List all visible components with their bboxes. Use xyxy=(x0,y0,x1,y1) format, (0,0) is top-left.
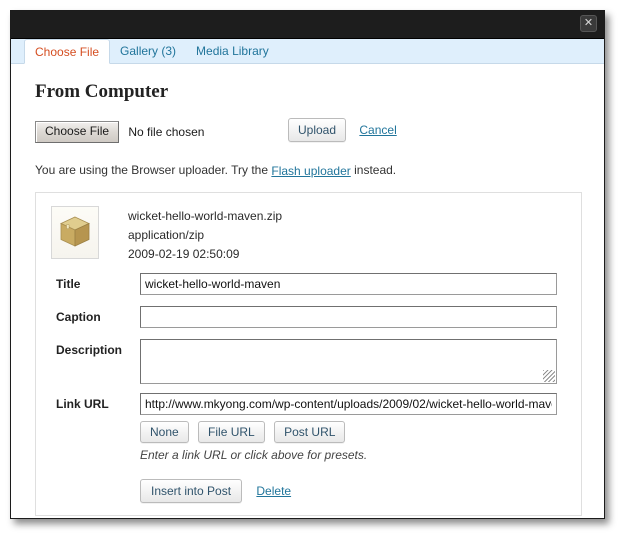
attachment-filename: wicket-hello-world-maven.zip xyxy=(128,208,283,223)
file-input[interactable]: Choose File xyxy=(35,121,120,143)
tab-choose-file-label: Choose File xyxy=(35,45,100,59)
attachment-mimetype: application/zip xyxy=(128,227,205,242)
description-label: Description xyxy=(56,342,123,357)
modal-content: From Computer Choose File No file chosen… xyxy=(11,81,604,518)
cancel-link[interactable]: Cancel xyxy=(359,123,396,137)
page-title: From Computer xyxy=(35,81,169,102)
uploader-note: You are using the Browser uploader. Try … xyxy=(35,163,580,178)
upload-button[interactable]: Upload xyxy=(288,118,347,142)
zip-archive-box-icon xyxy=(60,216,90,247)
title-input[interactable] xyxy=(140,272,557,295)
no-file-chosen-text: No file chosen xyxy=(128,125,205,139)
caption-label: Caption xyxy=(56,309,101,324)
choose-file-button[interactable]: Choose File xyxy=(35,121,120,143)
tab-gallery-label: Gallery (3) xyxy=(120,44,177,58)
uploader-note-prefix: You are using the Browser uploader. Try … xyxy=(35,163,272,177)
tab-media-library[interactable]: Media Library xyxy=(186,39,279,64)
attachment-thumbnail xyxy=(51,205,99,259)
uploader-note-suffix: instead. xyxy=(350,163,397,177)
title-label: Title xyxy=(56,276,81,291)
attachment-datetime: 2009-02-19 02:50:09 xyxy=(128,246,240,261)
upload-row: Choose File No file chosen Upload Cancel xyxy=(35,118,580,145)
attachment-panel: wicket-hello-world-maven.zip application… xyxy=(35,191,582,516)
attachment-meta: wicket-hello-world-maven.zip application… xyxy=(128,206,567,264)
tab-gallery[interactable]: Gallery (3) xyxy=(110,39,186,64)
caption-input[interactable] xyxy=(140,305,557,328)
link-url-input[interactable] xyxy=(140,392,557,415)
link-url-label: Link URL xyxy=(56,396,109,411)
attachment-header: wicket-hello-world-maven.zip application… xyxy=(50,205,567,264)
link-preset-buttons: None File URL Post URL xyxy=(140,420,567,443)
field-row-link-url: Link URL None File URL Post URL Enter a … xyxy=(50,392,567,462)
link-url-hint: Enter a link URL or click above for pres… xyxy=(140,447,368,462)
flash-uploader-link[interactable]: Flash uploader xyxy=(271,164,350,178)
preset-post-url-button[interactable]: Post URL xyxy=(274,420,346,443)
upload-actions: Upload Cancel xyxy=(288,118,397,142)
preset-none-button[interactable]: None xyxy=(140,420,189,443)
field-row-description: Description xyxy=(50,338,567,384)
tab-bar: Choose File Gallery (3) Media Library xyxy=(11,39,604,64)
modal-titlebar: ✕ xyxy=(11,11,604,39)
preset-file-url-button[interactable]: File URL xyxy=(198,420,265,443)
attachment-actions: Insert into Post Delete xyxy=(140,478,567,503)
field-row-caption: Caption xyxy=(50,305,567,330)
insert-into-post-button[interactable]: Insert into Post xyxy=(140,478,243,503)
close-icon[interactable]: ✕ xyxy=(580,15,597,32)
description-textarea[interactable] xyxy=(140,338,557,384)
tab-media-library-label: Media Library xyxy=(196,44,269,58)
field-row-title: Title xyxy=(50,272,567,297)
media-upload-modal: ✕ Choose File Gallery (3) Media Library … xyxy=(10,10,605,519)
delete-link[interactable]: Delete xyxy=(256,484,291,498)
tab-choose-file[interactable]: Choose File xyxy=(24,39,111,64)
